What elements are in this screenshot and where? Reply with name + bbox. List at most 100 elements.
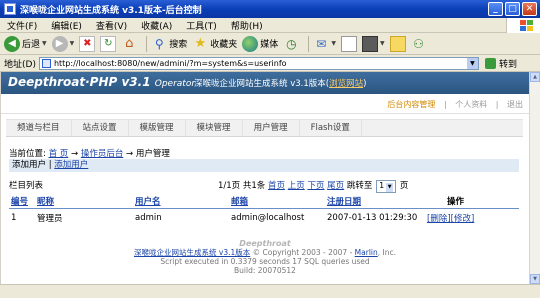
- chevron-down-icon[interactable]: ▼: [466, 57, 478, 69]
- address-url[interactable]: http://localhost:8080/new/admini/?m=syst…: [54, 59, 467, 68]
- col-actions-label: 操作: [447, 197, 465, 207]
- menu-view[interactable]: 查看(V): [89, 19, 134, 32]
- media-button[interactable]: 媒体: [242, 35, 279, 52]
- window-title: 深喉咙企业网站生成系统 v3.1版本-后台控制: [20, 5, 202, 16]
- address-label: 地址(D): [4, 59, 36, 70]
- col-email[interactable]: 邮箱: [229, 194, 325, 209]
- pager-first[interactable]: 首页: [268, 181, 285, 191]
- app-icon: [4, 3, 16, 15]
- site-banner: Deepthroat·PHP v3.1 Operator 深喉咙企业网站生成系统…: [1, 72, 529, 94]
- close-button[interactable]: ✕: [522, 2, 537, 16]
- footer-copyright: 深喉咙企业网站生成系统 v3.1版本 © Copyright 2003 - 20…: [1, 248, 529, 257]
- stop-button[interactable]: ✖: [79, 35, 96, 52]
- nav-templates[interactable]: 模版管理: [129, 120, 186, 136]
- profile-link[interactable]: 个人资料: [455, 100, 487, 109]
- back-button[interactable]: ◀ 后退 ▼: [4, 35, 47, 52]
- window-title-bar: 深喉咙企业网站生成系统 v3.1版本-后台控制 _ □ ✕: [0, 0, 540, 18]
- page-select[interactable]: 1 ▼: [376, 180, 397, 193]
- go-label: 转到: [498, 59, 517, 70]
- menu-help[interactable]: 帮助(H): [224, 19, 270, 32]
- address-input[interactable]: http://localhost:8080/new/admini/?m=syst…: [38, 56, 479, 70]
- footer-copyright-text: © Copyright 2003 - 2007 -: [250, 248, 355, 257]
- breadcrumb-home[interactable]: 首 页: [49, 149, 69, 159]
- col-nickname[interactable]: 昵称: [35, 194, 133, 209]
- refresh-button[interactable]: ↻: [100, 35, 117, 52]
- vertical-scrollbar[interactable]: ▲ ▼: [529, 72, 540, 284]
- breadcrumb-separator: →: [70, 149, 79, 159]
- cell-nickname: 管理员: [37, 214, 63, 224]
- col-id[interactable]: 编号: [9, 194, 35, 209]
- maximize-button[interactable]: □: [505, 2, 520, 16]
- divider: |: [48, 160, 52, 170]
- footer-system-link[interactable]: 深喉咙企业网站生成系统 v3.1版本: [134, 248, 250, 257]
- browser-toolbar: ◀ 后退 ▼ ▶ ▼ ✖ ↻ ⌂ ⚲ 搜索 ★ 收藏夹 媒体 ◷ ✉ ▼ ▼ ⚇: [0, 33, 540, 55]
- footer-company-link[interactable]: Marlin: [355, 248, 378, 257]
- menu-tools[interactable]: 工具(T): [179, 19, 224, 32]
- footer-copyright-end: , Inc.: [377, 248, 396, 257]
- discuss-button[interactable]: [389, 35, 406, 52]
- table-header-row: 编号 昵称 用户名 邮箱 注册日期 操作: [9, 194, 519, 209]
- messenger-button[interactable]: ⚇: [411, 36, 427, 52]
- cell-email: admin@localhost: [231, 213, 305, 223]
- folder-icon: [389, 35, 406, 52]
- media-icon: [242, 35, 259, 52]
- menu-bar: 文件(F) 编辑(E) 查看(V) 收藏(A) 工具(T) 帮助(H): [0, 17, 540, 33]
- back-arrow-icon: ◀: [4, 35, 20, 52]
- history-icon: ◷: [286, 36, 297, 51]
- back-label: 后退: [22, 40, 41, 50]
- list-header: 栏目列表 1/1页 共1条 首页 上页 下页 尾页 跳转至 1 ▼ 页: [9, 179, 519, 193]
- edit-link[interactable]: [修改]: [451, 214, 475, 224]
- logout-link[interactable]: 退出: [507, 100, 523, 109]
- scroll-up-icon[interactable]: ▲: [530, 72, 540, 82]
- content-manage-link[interactable]: 后台内容管理: [387, 100, 435, 109]
- go-button[interactable]: 转到: [484, 57, 517, 70]
- breadcrumb-ops[interactable]: 操作员后台: [81, 149, 124, 159]
- messenger-icon: ⚇: [413, 36, 424, 51]
- col-date-label: 注册日期: [327, 197, 362, 207]
- menu-favorites[interactable]: 收藏(A): [134, 19, 179, 32]
- stop-icon: ✖: [79, 35, 96, 52]
- go-arrow-icon: [484, 57, 496, 69]
- site-logo-text: Deepthroat·PHP v3.1: [8, 75, 151, 89]
- address-bar: 地址(D) http://localhost:8080/new/admini/?…: [0, 55, 540, 72]
- nav-channels[interactable]: 频道与栏目: [6, 120, 72, 136]
- pager-next[interactable]: 下页: [307, 181, 324, 191]
- star-icon: ★: [194, 35, 207, 51]
- print-button[interactable]: [340, 35, 357, 52]
- favorites-button[interactable]: ★ 收藏夹: [192, 36, 237, 52]
- home-button[interactable]: ⌂: [121, 36, 137, 52]
- edit-button[interactable]: ▼: [361, 35, 385, 52]
- browse-site-link[interactable]: 浏览网站: [329, 79, 363, 89]
- history-button[interactable]: ◷: [283, 36, 299, 52]
- banner-title: 深喉咙企业网站生成系统 v3.1版本(浏览网站): [194, 79, 367, 89]
- pager-prev[interactable]: 上页: [288, 181, 305, 191]
- add-user-link[interactable]: 添加用户: [54, 160, 88, 170]
- scroll-down-icon[interactable]: ▼: [530, 274, 540, 284]
- forward-button[interactable]: ▶ ▼: [51, 35, 74, 52]
- minimize-button[interactable]: _: [488, 2, 503, 16]
- page-footer: Deepthroat 深喉咙企业网站生成系统 v3.1版本 © Copyrigh…: [1, 239, 529, 275]
- mail-button[interactable]: ✉ ▼: [313, 36, 336, 52]
- delete-link[interactable]: [删除]: [427, 214, 451, 224]
- nav-flash[interactable]: Flash设置: [300, 120, 362, 136]
- nav-users[interactable]: 用户管理: [243, 120, 300, 136]
- cell-actions: [删除][修改]: [425, 209, 519, 228]
- search-button[interactable]: ⚲ 搜索: [151, 36, 187, 52]
- breadcrumb-separator: →: [126, 149, 134, 159]
- add-user-heading: 添加用户: [12, 160, 47, 170]
- col-username[interactable]: 用户名: [133, 194, 229, 209]
- web-page: Deepthroat·PHP v3.1 Operator 深喉咙企业网站生成系统…: [1, 72, 529, 284]
- menu-edit[interactable]: 编辑(E): [44, 19, 89, 32]
- edit-icon: [361, 35, 378, 52]
- nav-site-settings[interactable]: 站点设置: [72, 120, 129, 136]
- col-username-label: 用户名: [135, 197, 161, 207]
- pager-last[interactable]: 尾页: [327, 181, 344, 191]
- media-label: 媒体: [260, 40, 279, 50]
- menu-file[interactable]: 文件(F): [0, 19, 44, 32]
- nav-modules[interactable]: 模块管理: [186, 120, 243, 136]
- chevron-down-icon: ▼: [42, 40, 47, 47]
- col-date[interactable]: 注册日期: [325, 194, 425, 209]
- list-title: 栏目列表: [9, 181, 44, 191]
- footer-build: Build: 20070512: [234, 266, 296, 275]
- breadcrumb-current: 用户管理: [135, 149, 170, 159]
